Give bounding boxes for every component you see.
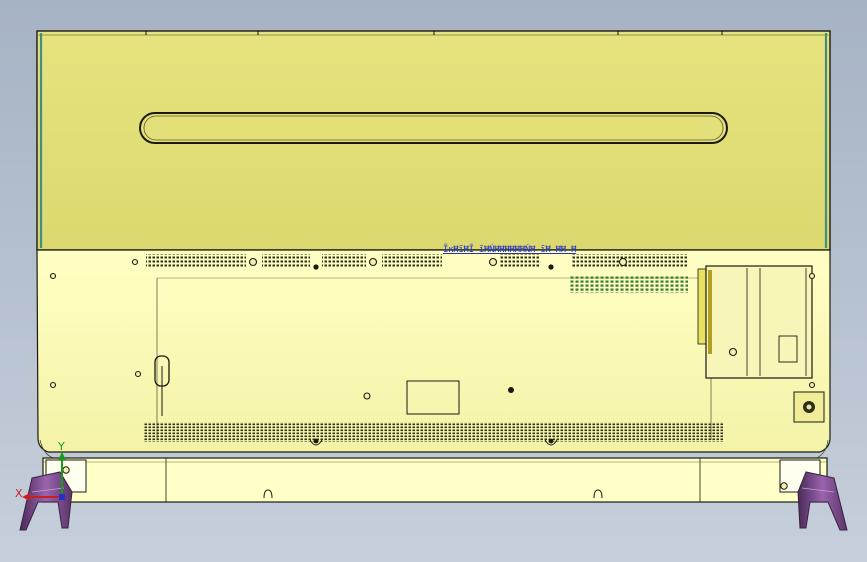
stand-base-bar bbox=[42, 457, 828, 503]
left-stand-foot bbox=[19, 471, 73, 531]
y-axis-label: Y bbox=[58, 440, 65, 453]
mounting-slot bbox=[139, 112, 728, 144]
right-stand-foot bbox=[797, 471, 848, 531]
cad-viewport[interactable]: X Y ĨĸĦĩĦĨ ĩĦŃĦĦĦĦĦĦŃĦ ĩĦ ĦĦ Ħ bbox=[0, 0, 867, 562]
tv-rear-model[interactable] bbox=[0, 0, 867, 562]
dimension-annotation: ĨĸĦĩĦĨ ĩĦŃĦĦĦĦĦĦŃĦ ĩĦ ĦĦ Ħ bbox=[443, 245, 577, 255]
x-axis-label: X bbox=[15, 487, 23, 500]
